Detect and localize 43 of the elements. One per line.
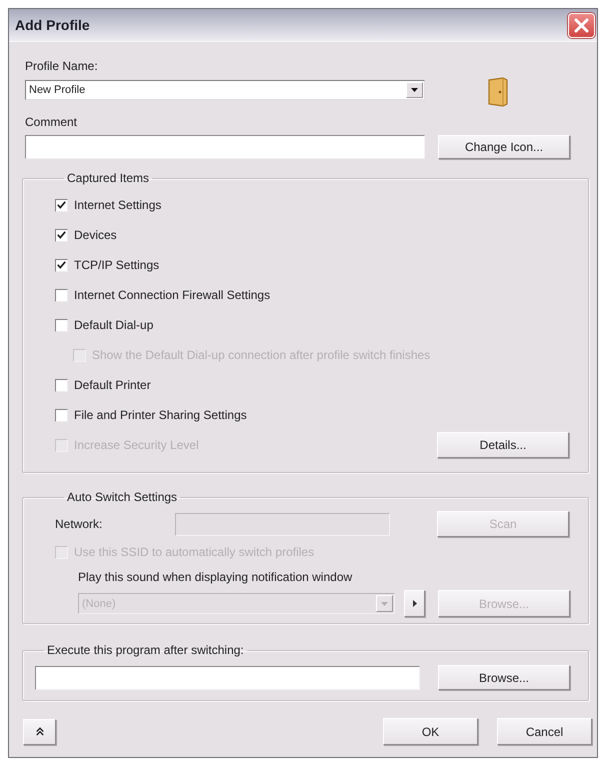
checkbox-label[interactable]: File and Printer Sharing Settings [74,407,247,423]
network-label: Network: [55,516,104,532]
sound-label: Play this sound when displaying notification window [78,569,354,585]
group-title: Execute this program after switching: [46,643,245,657]
checkbox[interactable] [55,318,68,332]
checkbox-label[interactable]: Default Dial-up [74,317,154,333]
checkbox[interactable] [55,408,68,422]
comment-label: Comment [25,114,78,130]
comment-field[interactable] [25,135,425,159]
checkbox[interactable] [55,378,68,392]
check-icon [57,261,66,269]
ok-button[interactable]: OK [383,718,478,745]
checkbox[interactable] [55,288,68,302]
program-path-field[interactable] [35,666,420,690]
window-title: Add Profile [15,17,90,33]
checkbox-label[interactable]: Internet Settings [74,197,162,213]
cancel-button[interactable]: Cancel [497,718,592,745]
caret-down-icon [411,88,418,92]
door-icon [486,76,508,106]
checkbox-label[interactable]: Devices [74,227,117,243]
group-title: Auto Switch Settings [66,490,178,504]
browse-button[interactable]: Browse... [438,665,570,690]
caret-down-icon [381,602,388,606]
profile-name-dropdown[interactable]: New Profile [25,80,425,100]
checkbox-label[interactable]: TCP/IP Settings [74,257,160,273]
double-chevron-up-icon [36,727,44,736]
group-title: Captured Items [66,171,150,185]
collapse-button[interactable] [23,718,56,744]
checkbox[interactable] [55,198,68,212]
checkbox-label[interactable]: Default Printer [74,377,151,393]
change-icon-button[interactable]: Change Icon... [438,135,570,159]
dropdown-button[interactable] [406,82,423,98]
check-icon [57,231,66,239]
profile-name-label: Profile Name: [25,58,99,74]
close-button[interactable] [568,12,595,38]
checkbox-label[interactable]: Internet Connection Firewall Settings [74,287,270,303]
checkbox[interactable] [55,228,68,242]
checkbox[interactable] [55,258,68,272]
check-icon [57,201,66,209]
close-icon [574,18,589,32]
details-button[interactable]: Details... [437,432,569,458]
play-button[interactable] [404,590,425,617]
play-icon [412,600,416,607]
